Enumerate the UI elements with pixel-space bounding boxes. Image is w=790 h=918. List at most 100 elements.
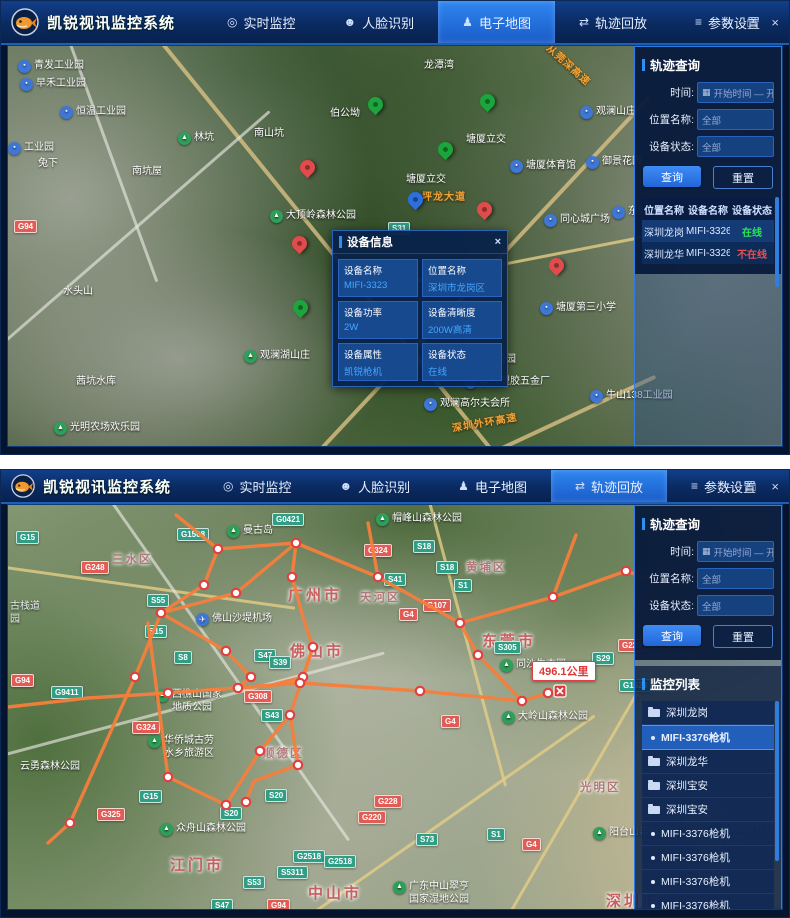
device-item[interactable]: MIFI-3376枪机	[642, 846, 774, 870]
poi-label: 林坑	[194, 132, 214, 145]
col-header: 位置名称	[642, 202, 686, 217]
cell-status: 在线	[730, 224, 774, 239]
minimize-button[interactable]: –	[724, 480, 731, 493]
group-item[interactable]: 深圳宝安	[642, 798, 774, 822]
building-poi-icon: ▪	[8, 142, 21, 155]
close-button[interactable]: ×	[771, 480, 779, 493]
popup-close-icon[interactable]: ×	[495, 236, 501, 248]
restore-button[interactable]: □	[748, 16, 756, 29]
cell-location: 深圳龙华	[642, 246, 686, 261]
item-label: MIFI-3376枪机	[661, 730, 730, 745]
accent-bar	[642, 518, 645, 530]
tab-人脸识别[interactable]: ☻人脸识别	[320, 1, 439, 43]
time-range-input[interactable]: ▦ 开始时间 — 开始时间	[697, 541, 774, 562]
search-button[interactable]: 查询	[643, 625, 701, 646]
device-item[interactable]: MIFI-3376枪机	[642, 822, 774, 846]
field-label: 设备属性	[344, 347, 412, 361]
search-button[interactable]: 查询	[643, 166, 701, 187]
tab-label: 电子地图	[475, 477, 527, 496]
device-pin-red[interactable]	[474, 199, 495, 220]
sidebar-track-query: 轨迹查询 时间: ▦ 开始时间 — 开始时间 位置名称: 全部 设备状态	[634, 505, 782, 909]
item-label: 深圳宝安	[666, 802, 708, 817]
building-poi-icon: ▪	[510, 160, 523, 173]
table-row[interactable]: 深圳龙岗MIFI-3326在线	[642, 220, 774, 242]
field-value: 在线	[428, 364, 496, 378]
popup-title: 设备信息	[347, 234, 393, 250]
table-header: 位置名称设备名称设备状态	[642, 198, 774, 220]
location-select[interactable]: 全部	[697, 109, 774, 130]
monitor-list-title: 监控列表	[642, 674, 774, 693]
tab-实时监控[interactable]: ◎实时监控	[203, 1, 320, 43]
close-button[interactable]: ×	[771, 16, 779, 29]
sidebar-scrollbar[interactable]	[775, 197, 779, 287]
playback-icon: ⇄	[579, 15, 589, 29]
device-pin-red[interactable]	[297, 157, 318, 178]
app-title: 凯锐视讯监控系统	[43, 476, 171, 497]
sidebar-scrollbar[interactable]	[775, 701, 779, 861]
cell-location: 深圳龙岗	[642, 224, 686, 239]
tab-人脸识别[interactable]: ☻ 人脸识别	[316, 470, 435, 502]
field-label: 设备状态	[428, 347, 496, 361]
tab-轨迹回放[interactable]: ⇄轨迹回放	[551, 470, 667, 502]
poi-label: 恒温工业园	[76, 106, 126, 119]
status-select[interactable]: 全部	[697, 595, 774, 616]
poi-label: 观澜湖山庄	[260, 350, 310, 363]
map-label: 伯公坳	[330, 108, 360, 121]
minimize-button[interactable]: –	[724, 16, 731, 29]
col-header: 设备状态	[730, 202, 774, 217]
titlebar: 凯锐视讯监控系统 ◎实时监控☻人脸识别♟电子地图⇄轨迹回放≡参数设置 – □ ×	[1, 470, 789, 504]
group-item[interactable]: 深圳龙华	[642, 750, 774, 774]
poi-label: 青发工业园	[34, 60, 84, 73]
device-item[interactable]: MIFI-3376枪机	[642, 894, 774, 910]
map-label: 南坑屋	[132, 166, 162, 179]
bullet-icon	[651, 856, 655, 860]
window-controls: – □ ×	[724, 1, 779, 43]
poi-label: 同心城广场	[560, 214, 610, 227]
poi-label: 大顶岭森林公园	[286, 210, 356, 223]
restore-button[interactable]: □	[748, 480, 756, 493]
status-select[interactable]: 全部	[697, 136, 774, 157]
device-item[interactable]: MIFI-3376枪机	[642, 870, 774, 894]
settings-icon: ≡	[695, 15, 702, 29]
device-pin-green[interactable]	[365, 94, 386, 115]
poi-label: 观澜高尔夫会所	[440, 398, 510, 411]
device-pin-green[interactable]	[477, 91, 498, 112]
app-title: 凯锐视讯监控系统	[47, 12, 175, 33]
scenic-poi-icon: ▲	[270, 210, 283, 223]
tab-电子地图[interactable]: ♟电子地图	[438, 1, 555, 43]
reset-button[interactable]: 重置	[713, 625, 773, 648]
location-label: 位置名称:	[642, 112, 697, 127]
folder-icon	[648, 782, 660, 790]
tab-label: 实时监控	[244, 13, 296, 32]
group-item[interactable]: 深圳宝安	[642, 774, 774, 798]
sidebar-track-query: 轨迹查询 时间: ▦ 开始时间 — 开始时间 位置名称: 全部 设备状态	[634, 46, 782, 446]
cell-status: 不在线	[730, 246, 774, 261]
popup-field: 设备状态在线	[422, 343, 502, 381]
map-label: ▪塘厦体育馆	[510, 160, 576, 173]
field-value: 2W	[344, 322, 412, 333]
device-pin-red[interactable]	[546, 255, 567, 276]
face-icon: ☻	[340, 479, 353, 493]
tab-轨迹回放[interactable]: ⇄轨迹回放	[555, 1, 671, 43]
scenic-poi-icon: ▲	[244, 350, 257, 363]
device-pin-green[interactable]	[435, 139, 456, 160]
device-item[interactable]: MIFI-3376枪机	[642, 725, 774, 750]
tab-电子地图[interactable]: ♟电子地图	[434, 470, 551, 502]
popup-field: 设备属性凯锐枪机	[338, 343, 418, 381]
tab-label: 人脸识别	[358, 477, 410, 496]
reset-button[interactable]: 重置	[713, 166, 773, 189]
time-range-input[interactable]: ▦ 开始时间 — 开始时间	[697, 82, 774, 103]
map-label: ▲林坑	[178, 132, 214, 145]
location-select[interactable]: 全部	[697, 568, 774, 589]
group-item[interactable]: 深圳龙岗	[642, 701, 774, 725]
tab-实时监控[interactable]: ◎实时监控	[199, 470, 316, 502]
device-pin-red[interactable]	[289, 233, 310, 254]
building-poi-icon: ▪	[590, 390, 603, 403]
device-pin-green[interactable]	[290, 297, 311, 318]
main-nav: ◎实时监控☻人脸识别♟电子地图⇄轨迹回放≡参数设置	[203, 1, 784, 43]
building-poi-icon: ▪	[424, 398, 437, 411]
table-row[interactable]: 深圳龙华MIFI-3326不在线	[642, 242, 774, 264]
item-label: 深圳宝安	[666, 778, 708, 793]
status-label: 设备状态:	[642, 139, 697, 154]
field-value: MIFI-3323	[344, 280, 412, 291]
